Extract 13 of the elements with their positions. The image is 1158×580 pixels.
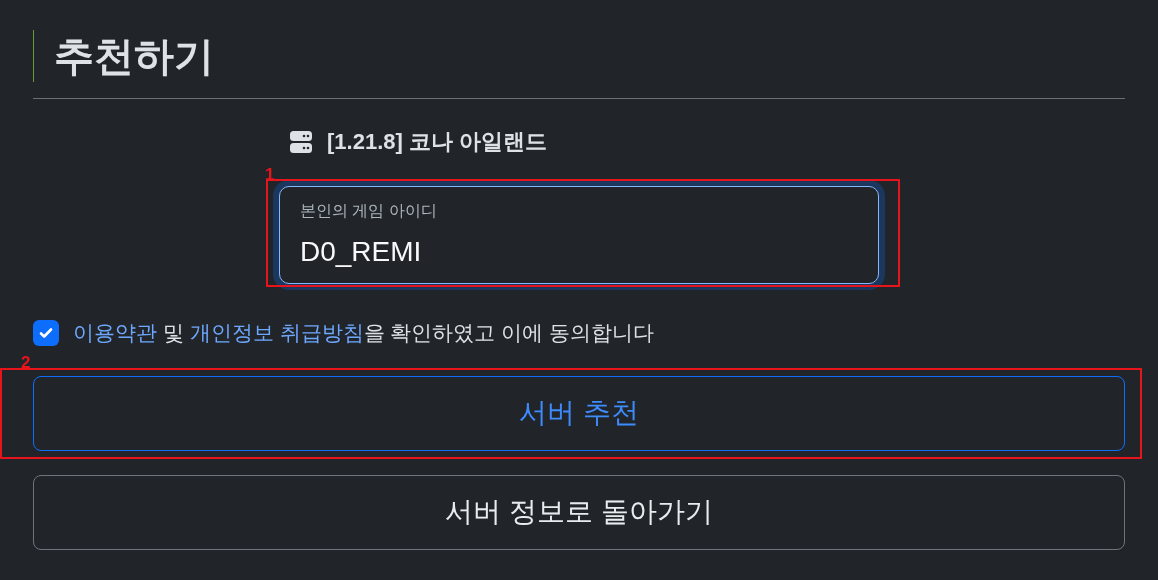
game-id-field[interactable]: 본인의 게임 아이디 D0_REMI (279, 186, 879, 284)
page-title: 추천하기 (33, 30, 1125, 82)
agreement-text: 이용약관 및 개인정보 취급방침을 확인하였고 이에 동의합니다 (73, 320, 655, 346)
policy-link[interactable]: 이용약관 (73, 321, 157, 344)
field-label: 본인의 게임 아이디 (300, 201, 438, 221)
recommend-button[interactable]: 서버 추천 (33, 375, 1125, 451)
agree-checkbox[interactable] (33, 319, 59, 346)
policy-link[interactable]: 개인정보 취급방침 (189, 321, 364, 344)
server-icon (289, 129, 313, 154)
server-name: [1.21.8] 코나 아일랜드 (327, 128, 548, 156)
game-id-input[interactable]: D0_REMI (300, 231, 858, 273)
annotation-number: 2 (21, 353, 31, 371)
back-button[interactable]: 서버 정보로 돌아가기 (33, 474, 1125, 550)
